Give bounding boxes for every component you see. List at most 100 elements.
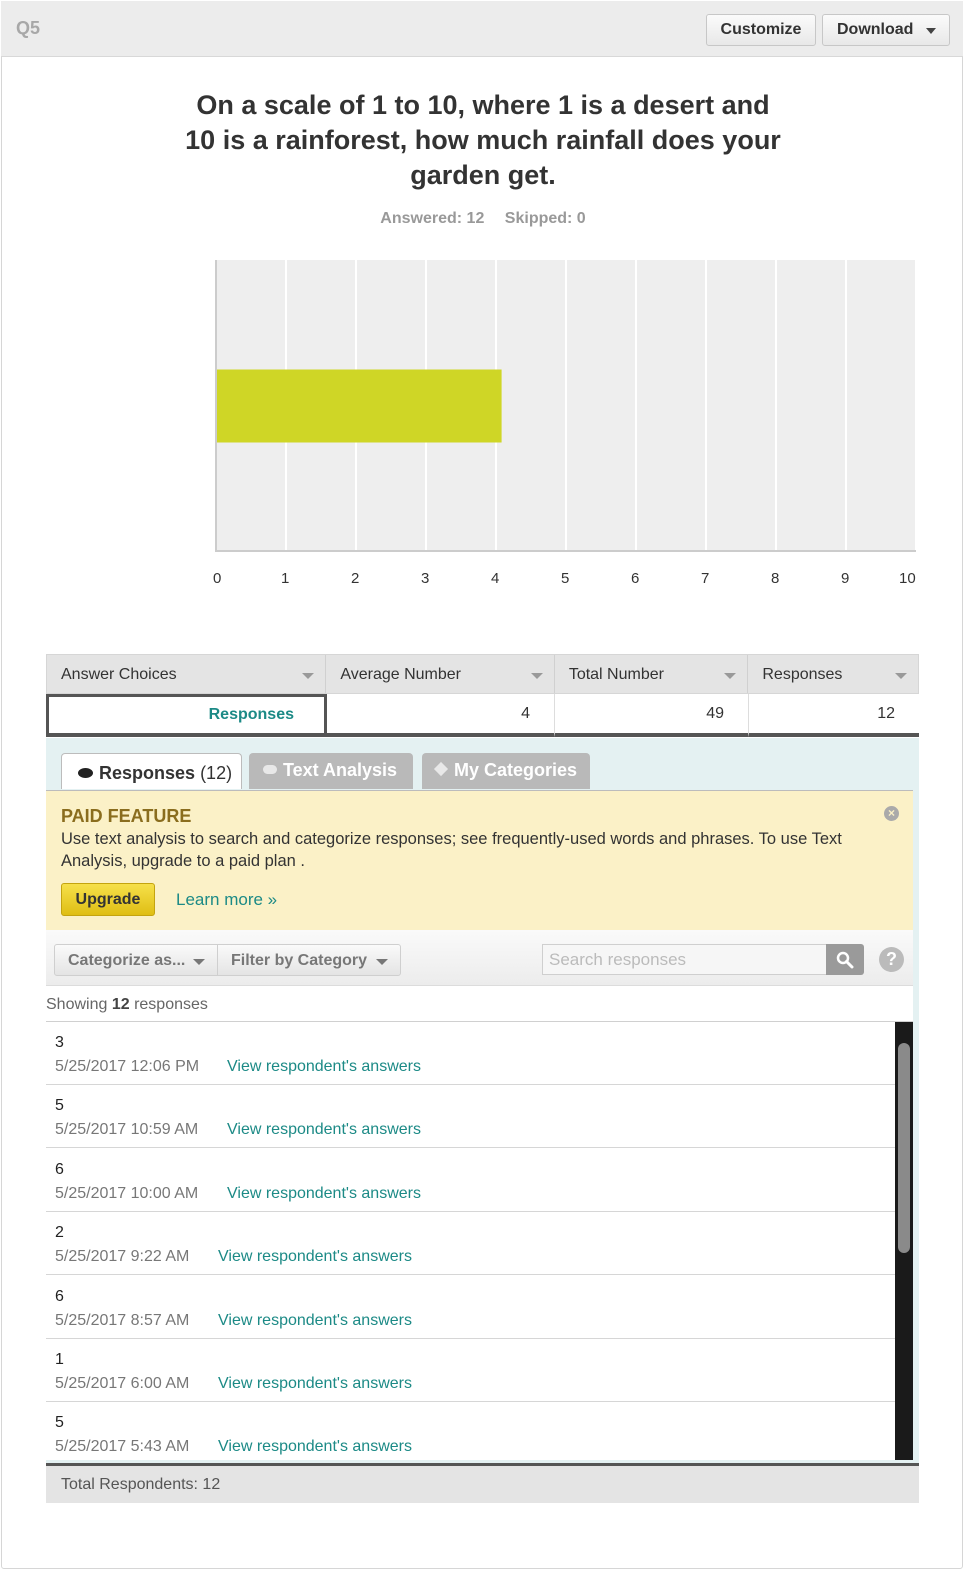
response-value: 2 <box>55 1224 64 1241</box>
x-tick-label: 6 <box>631 570 640 587</box>
response-value: 6 <box>55 1288 64 1305</box>
filter-toolbar: Categorize as... Filter by Category Sear… <box>46 930 913 986</box>
tab-text-analysis-label: Text Analysis <box>283 760 398 780</box>
filter-by-category-dropdown[interactable]: Filter by Category <box>217 944 401 976</box>
cloud-icon <box>263 765 277 775</box>
x-axis-labels: 0 1 2 3 4 5 6 7 8 9 10 <box>0 570 966 590</box>
tab-my-categories[interactable]: My Categories <box>422 753 590 789</box>
list-item: 6 5/25/2017 10:00 AM View respondent's a… <box>46 1149 895 1212</box>
responses-panel: Responses (12) Text Analysis My Categori… <box>46 738 919 1463</box>
x-tick-label: 9 <box>841 570 850 587</box>
download-label: Download <box>837 21 914 38</box>
view-answers-link[interactable]: View respondent's answers <box>218 1438 412 1456</box>
summary-table: Answer Choices Average Number Total Numb… <box>46 654 919 737</box>
response-date: 5/25/2017 12:06 PM <box>55 1058 200 1075</box>
customize-button[interactable]: Customize <box>706 14 816 46</box>
bar-responses[interactable] <box>217 369 502 443</box>
close-icon[interactable]: × <box>884 806 899 821</box>
x-tick-label: 2 <box>351 570 360 587</box>
x-tick-label: 3 <box>421 570 430 587</box>
total-respondents: Total Respondents: 12 <box>46 1463 919 1503</box>
header-label: Answer Choices <box>61 666 177 683</box>
response-value: 1 <box>55 1351 64 1368</box>
sort-dropdown-icon <box>724 673 737 679</box>
search-icon <box>836 951 854 969</box>
response-date: 5/25/2017 8:57 AM <box>55 1312 190 1329</box>
response-date: 5/25/2017 6:00 AM <box>55 1375 190 1392</box>
x-tick-label: 8 <box>771 570 780 587</box>
view-answers-link[interactable]: View respondent's answers <box>218 1248 412 1266</box>
responses-count-cell: 12 <box>749 694 919 737</box>
header-total-number[interactable]: Total Number <box>555 655 749 693</box>
paid-feature-title: PAID FEATURE <box>61 806 192 826</box>
response-list: 3 5/25/2017 12:06 PM View respondent's a… <box>46 1022 913 1460</box>
view-answers-link[interactable]: View respondent's answers <box>218 1312 412 1330</box>
showing-prefix: Showing <box>46 996 108 1013</box>
view-answers-link[interactable]: View respondent's answers <box>218 1375 412 1393</box>
showing-suffix: responses <box>134 996 208 1013</box>
tab-my-categories-label: My Categories <box>454 760 578 780</box>
list-item: 1 5/25/2017 6:00 AM View respondent's an… <box>46 1339 895 1402</box>
view-answers-link[interactable]: View respondent's answers <box>227 1058 421 1076</box>
skipped-count: Skipped: 0 <box>504 210 586 227</box>
x-tick-label: 0 <box>213 570 222 587</box>
sort-dropdown-icon <box>530 673 543 679</box>
categorize-label: Categorize as... <box>68 952 186 969</box>
response-value: 3 <box>55 1034 64 1051</box>
question-number: Q5 <box>16 18 41 38</box>
header-label: Average Number <box>340 666 461 683</box>
showing-count: Showing 12 responses <box>46 986 913 1022</box>
response-date: 5/25/2017 5:43 AM <box>55 1438 190 1455</box>
response-value: 5 <box>55 1097 64 1114</box>
tag-icon <box>433 762 449 777</box>
average-number-cell: 4 <box>327 694 555 737</box>
question-stats: Answered: 12 Skipped: 0 <box>0 210 966 228</box>
view-answers-link[interactable]: View respondent's answers <box>227 1185 421 1203</box>
learn-more-link[interactable]: Learn more » <box>176 890 277 910</box>
tab-responses[interactable]: Responses (12) <box>61 753 242 789</box>
header-label: Responses <box>762 666 843 683</box>
speech-bubble-icon <box>78 767 93 778</box>
list-item: 6 5/25/2017 8:57 AM View respondent's an… <box>46 1276 895 1339</box>
tab-text-analysis[interactable]: Text Analysis <box>249 753 413 789</box>
question-title: On a scale of 1 to 10, where 1 is a dese… <box>185 90 781 190</box>
total-number-cell: 49 <box>555 694 749 737</box>
paid-feature-text: Use text analysis to search and categori… <box>61 830 842 870</box>
list-item: 5 5/25/2017 5:43 AM View respondent's an… <box>46 1402 895 1460</box>
header-label: Total Number <box>568 666 664 683</box>
search-button[interactable] <box>826 944 864 975</box>
paid-feature-banner: PAID FEATURE × Use text analysis to sear… <box>46 790 913 930</box>
x-tick-label: 4 <box>491 570 500 587</box>
list-scrollbar[interactable] <box>895 1022 913 1460</box>
response-date: 5/25/2017 10:59 AM <box>55 1121 199 1138</box>
answered-count: Answered: 12 <box>380 210 485 227</box>
view-answers-link[interactable]: View respondent's answers <box>227 1121 421 1139</box>
help-icon[interactable]: ? <box>879 947 904 972</box>
x-tick-label: 10 <box>899 570 916 587</box>
responses-choice-toggle[interactable]: Responses <box>46 694 327 737</box>
tab-responses-count: (12) <box>200 763 233 783</box>
response-value: 5 <box>55 1414 64 1431</box>
tab-responses-label: Responses <box>99 763 196 783</box>
list-item: 2 5/25/2017 9:22 AM View respondent's an… <box>46 1212 895 1275</box>
categorize-as-dropdown[interactable]: Categorize as... <box>54 944 218 976</box>
x-tick-label: 1 <box>281 570 290 587</box>
upgrade-button[interactable]: Upgrade <box>61 883 155 916</box>
chevron-down-icon <box>376 959 388 965</box>
sort-dropdown-icon <box>894 673 907 679</box>
header-responses[interactable]: Responses <box>748 655 918 693</box>
list-item: 5 5/25/2017 10:59 AM View respondent's a… <box>46 1085 895 1148</box>
showing-number: 12 <box>111 996 130 1013</box>
response-value: 6 <box>55 1161 64 1178</box>
filter-label: Filter by Category <box>231 952 368 969</box>
sort-dropdown-icon <box>302 673 315 679</box>
x-tick-label: 5 <box>561 570 570 587</box>
bar-chart <box>215 260 916 552</box>
search-input[interactable]: Search responses <box>542 944 827 975</box>
scrollbar-thumb[interactable] <box>898 1043 910 1253</box>
list-item: 3 5/25/2017 12:06 PM View respondent's a… <box>46 1022 895 1085</box>
header-answer-choices[interactable]: Answer Choices <box>47 655 327 693</box>
download-button[interactable]: Download <box>822 14 950 46</box>
chevron-down-icon <box>926 28 936 34</box>
header-average-number[interactable]: Average Number <box>326 655 555 693</box>
